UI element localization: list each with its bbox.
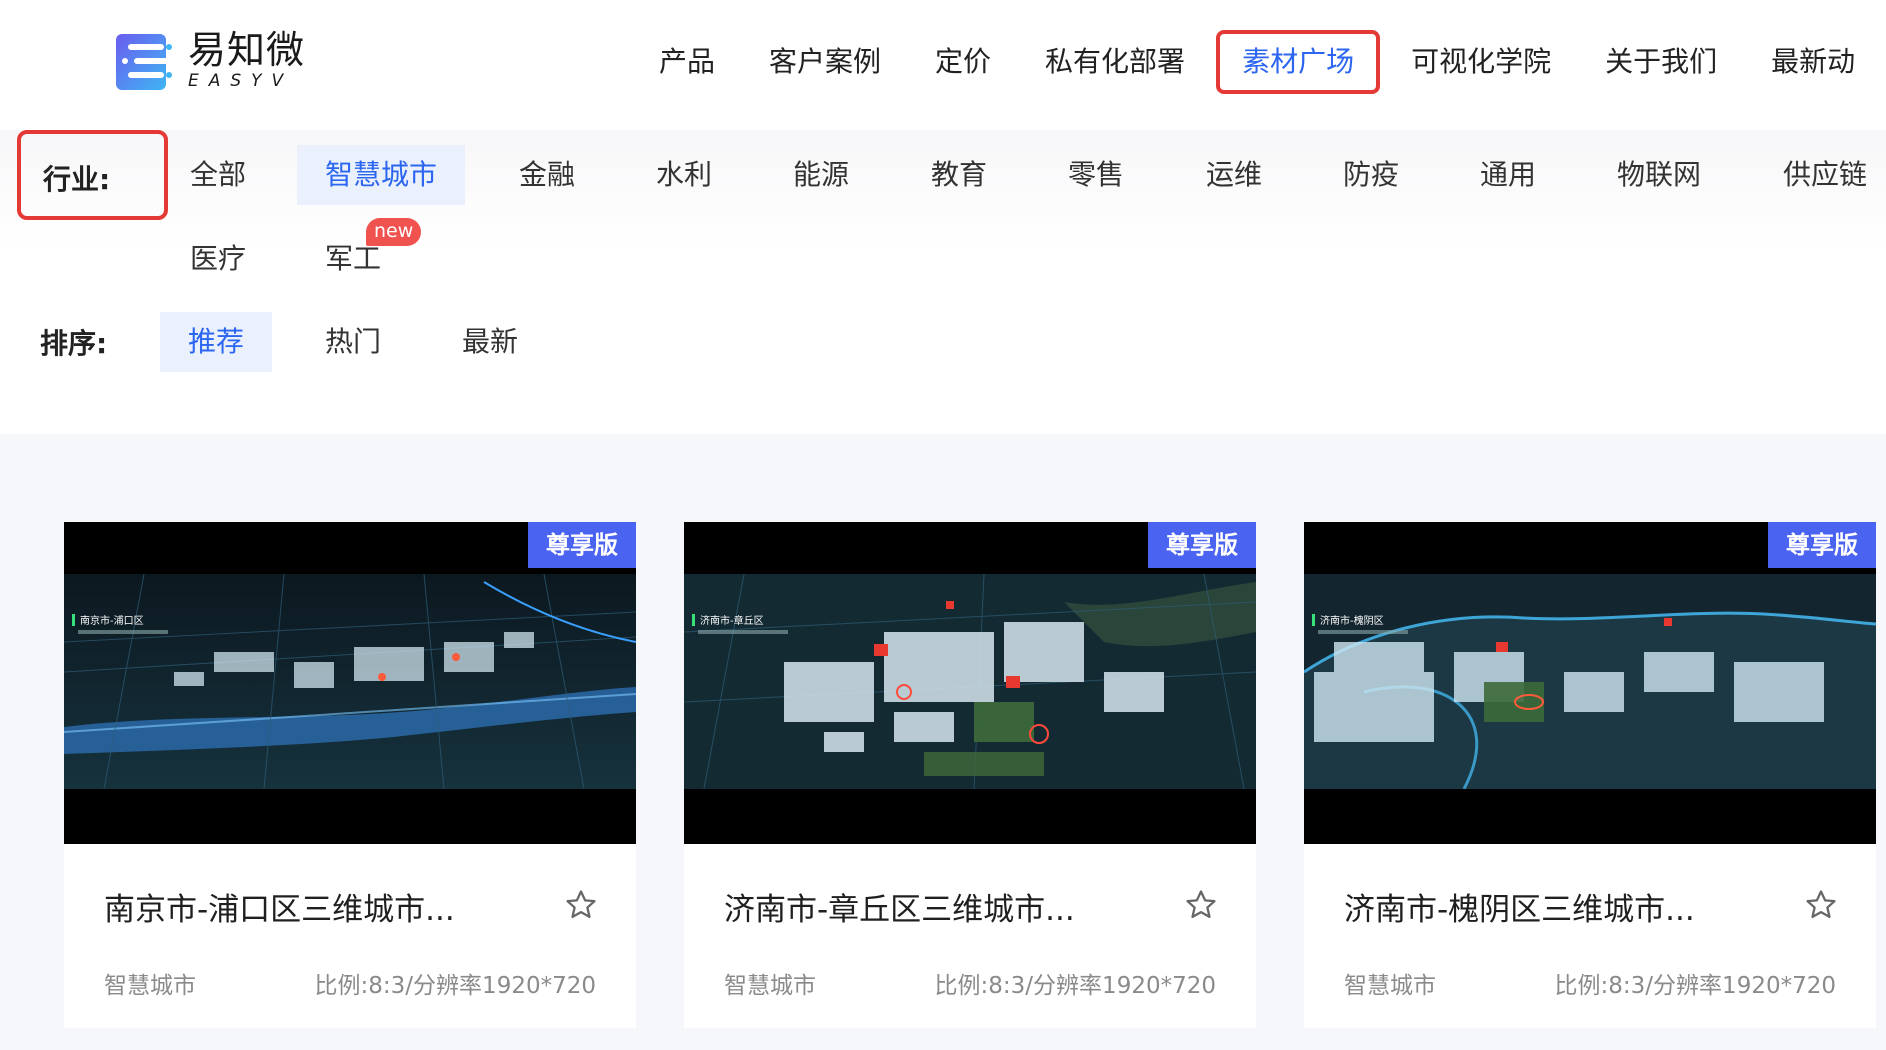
filter-panel: 行业: 全部 智慧城市 金融 水利 能源 教育 零售 运维 防疫 通用 物联网 … <box>0 130 1886 434</box>
template-title[interactable]: 南京市-浦口区三维城市... <box>104 884 455 929</box>
industry-chip-retail[interactable]: 零售 <box>1040 145 1152 205</box>
brand-name-cn: 易知微 <box>188 28 306 72</box>
industry-filter-label: 行业: <box>17 130 168 220</box>
site-header: 易知微 EASYV 产品 客户案例 定价 私有化部署 素材广场 可视化学院 关于… <box>0 0 1886 130</box>
brand-name-en: EASYV <box>188 71 294 91</box>
nav-item-pricing[interactable]: 定价 <box>908 30 1018 94</box>
industry-chip-epidemic[interactable]: 防疫 <box>1315 145 1427 205</box>
template-card[interactable]: 济南市-槐阴区 尊享版 济南市-槐阴区三维城市... 智慧城市 比例:8:3/分… <box>1304 522 1876 1028</box>
nav-item-products[interactable]: 产品 <box>632 30 742 94</box>
thumbnail-caption: 南京市-浦口区 <box>80 614 144 627</box>
nav-item-academy[interactable]: 可视化学院 <box>1384 30 1578 94</box>
template-thumbnail[interactable]: 济南市-槐阴区 尊享版 <box>1304 522 1876 844</box>
industry-chip-iot[interactable]: 物联网 <box>1589 145 1729 205</box>
star-outline-icon[interactable] <box>564 888 598 922</box>
template-category: 智慧城市 <box>724 973 816 999</box>
new-badge: new <box>366 218 422 246</box>
thumbnail-caption: 济南市-章丘区 <box>700 614 764 627</box>
nav-item-private-deploy[interactable]: 私有化部署 <box>1018 30 1212 94</box>
star-outline-icon[interactable] <box>1184 888 1218 922</box>
template-resolution: 比例:8:3/分辨率1920*720 <box>934 973 1216 999</box>
sort-chip-newest[interactable]: 最新 <box>434 312 546 372</box>
industry-chip-all[interactable]: 全部 <box>162 145 274 205</box>
industry-chip-education[interactable]: 教育 <box>903 145 1015 205</box>
industry-chip-finance[interactable]: 金融 <box>491 145 603 205</box>
nav-item-material-square[interactable]: 素材广场 <box>1216 30 1381 94</box>
sort-filter-label: 排序: <box>40 327 108 360</box>
premium-tier-badge: 尊享版 <box>528 522 636 568</box>
template-card[interactable]: 济南市-章丘区 尊享版 济南市-章丘区三维城市... 智慧城市 比例:8:3/分… <box>684 522 1256 1028</box>
template-category: 智慧城市 <box>104 973 196 999</box>
template-resolution: 比例:8:3/分辨率1920*720 <box>314 973 596 999</box>
template-grid: 南京市-浦口区 尊享版 南京市-浦口区三维城市... 智慧城市 比例:8:3/分… <box>0 434 1886 1050</box>
template-card[interactable]: 南京市-浦口区 尊享版 南京市-浦口区三维城市... 智慧城市 比例:8:3/分… <box>64 522 636 1028</box>
brand-logo[interactable]: 易知微 EASYV <box>114 30 305 92</box>
industry-chip-ops[interactable]: 运维 <box>1178 145 1290 205</box>
template-thumbnail[interactable]: 南京市-浦口区 尊享版 <box>64 522 636 844</box>
main-nav: 产品 客户案例 定价 私有化部署 素材广场 可视化学院 关于我们 最新动 <box>632 30 1882 94</box>
industry-chip-energy[interactable]: 能源 <box>765 145 877 205</box>
template-thumbnail[interactable]: 济南市-章丘区 尊享版 <box>684 522 1256 844</box>
template-resolution: 比例:8:3/分辨率1920*720 <box>1554 973 1836 999</box>
sort-chip-hot[interactable]: 热门 <box>297 312 409 372</box>
star-outline-icon[interactable] <box>1804 888 1838 922</box>
industry-chip-general[interactable]: 通用 <box>1452 145 1564 205</box>
industry-chip-smart-city[interactable]: 智慧城市 <box>297 145 466 205</box>
nav-item-cases[interactable]: 客户案例 <box>742 30 908 94</box>
template-category: 智慧城市 <box>1344 973 1436 999</box>
industry-chip-medical[interactable]: 医疗 <box>162 229 274 289</box>
premium-tier-badge: 尊享版 <box>1768 522 1876 568</box>
premium-tier-badge: 尊享版 <box>1148 522 1256 568</box>
nav-item-about[interactable]: 关于我们 <box>1578 30 1744 94</box>
sort-chip-recommended[interactable]: 推荐 <box>160 312 273 372</box>
easyv-logo-icon <box>114 30 176 92</box>
template-title[interactable]: 济南市-章丘区三维城市... <box>724 884 1075 929</box>
industry-chip-supply-chain[interactable]: 供应链 <box>1755 145 1886 205</box>
template-title[interactable]: 济南市-槐阴区三维城市... <box>1344 884 1695 929</box>
nav-item-latest[interactable]: 最新动 <box>1744 30 1882 94</box>
industry-chip-water[interactable]: 水利 <box>628 145 740 205</box>
thumbnail-caption: 济南市-槐阴区 <box>1320 614 1384 627</box>
